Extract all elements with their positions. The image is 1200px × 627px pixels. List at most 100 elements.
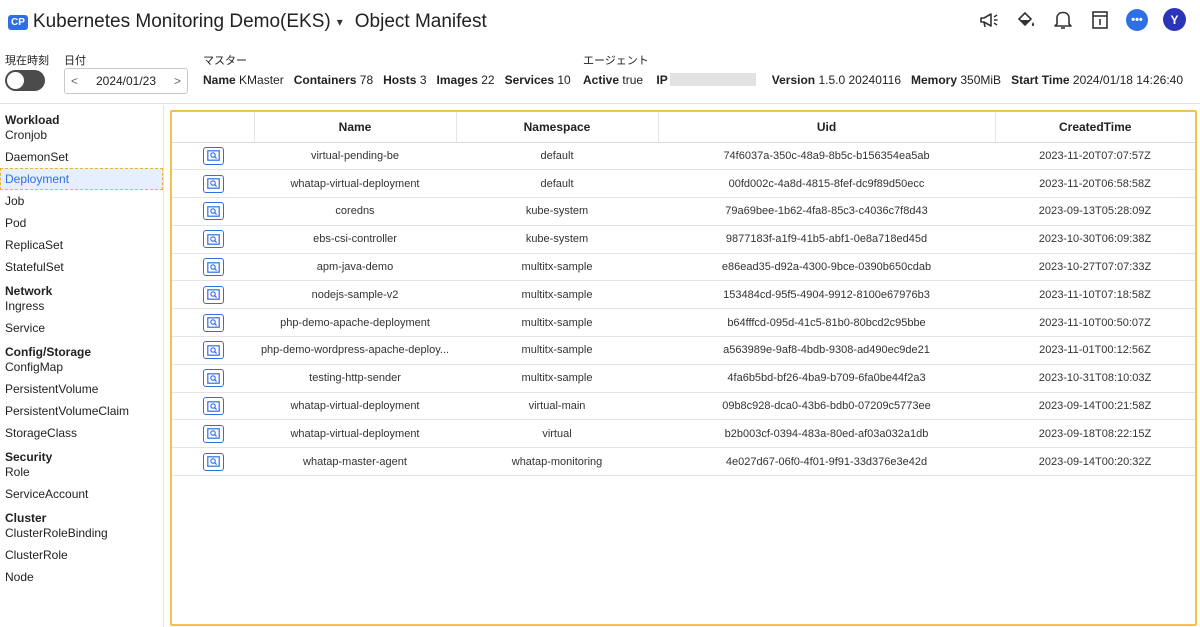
sidebar-item-role[interactable]: Role <box>0 461 163 483</box>
containers-key: Containers <box>293 73 357 87</box>
date-label: 日付 <box>64 55 86 67</box>
table-row[interactable]: coredns kube-system 79a69bee-1b62-4fa8-85c… <box>172 197 1195 226</box>
page-title: Object Manifest <box>354 11 487 32</box>
table-row[interactable]: whatap-virtual-deployment virtual-main 09b… <box>172 392 1195 421</box>
created-time-cell: 2023-09-13T05:28:09Z <box>995 197 1195 226</box>
chevron-down-icon[interactable]: ▾ <box>337 15 343 29</box>
date-value[interactable]: 2024/01/23 <box>96 74 156 88</box>
table-row[interactable]: testing-http-sender multitx-sample 4fa6b5b… <box>172 364 1195 393</box>
table-row[interactable]: php-demo-wordpress-apache-deploy... multi… <box>172 336 1195 365</box>
view-manifest-icon[interactable] <box>202 146 224 165</box>
realtime-toggle[interactable] <box>5 70 45 91</box>
project-selector[interactable]: Kubernetes Monitoring Demo(EKS) <box>33 11 331 33</box>
view-manifest-icon[interactable] <box>202 202 224 221</box>
sidebar-item-storageclass[interactable]: StorageClass <box>0 422 163 444</box>
table-row[interactable]: virtual-pending-be default 74f6037a-350c-4… <box>172 142 1195 171</box>
column-header-uid[interactable]: Uid <box>658 112 996 143</box>
view-manifest-icon[interactable] <box>202 174 224 193</box>
sidebar-item-clusterrole[interactable]: ClusterRole <box>0 544 163 566</box>
table-row[interactable]: whatap-virtual-deployment virtual b2b003cf… <box>172 419 1195 449</box>
uid-cell: 00fd002c-4a8d-4815-8fef-dc9f89d50ecc <box>658 169 995 199</box>
master-stats: Name KMaster Containers 78 Hosts 3 Image… <box>203 73 571 87</box>
view-manifest-icon[interactable] <box>202 452 224 471</box>
view-manifest-icon[interactable] <box>202 313 224 332</box>
active-value: true <box>622 73 644 87</box>
sidebar-item-job[interactable]: Job <box>0 190 163 212</box>
next-date-button[interactable]: > <box>174 74 181 88</box>
master-name-key: Name <box>203 73 236 87</box>
view-manifest-icon[interactable] <box>202 258 224 277</box>
sidebar-item-serviceaccount[interactable]: ServiceAccount <box>0 483 163 505</box>
sidebar-item-statefulset[interactable]: StatefulSet <box>0 256 163 278</box>
document-icon[interactable] <box>1089 9 1111 31</box>
sidebar-item-cronjob[interactable]: Cronjob <box>0 124 163 146</box>
master-name-value: KMaster <box>239 73 284 87</box>
view-manifest-icon[interactable] <box>202 424 224 443</box>
sidebar-item-pod[interactable]: Pod <box>0 212 163 234</box>
bell-icon[interactable] <box>1052 9 1074 31</box>
namespace-cell: multitx-sample <box>456 280 658 310</box>
realtime-label: 現在時刻 <box>5 55 49 67</box>
namespace-cell: virtual-main <box>456 392 658 421</box>
table-row[interactable]: nodejs-sample-v2 multitx-sample 153484cd-9… <box>172 280 1195 310</box>
uid-cell: 153484cd-95f5-4904-9912-8100e67976b3 <box>658 280 995 310</box>
sidebar-item-ingress[interactable]: Ingress <box>0 295 163 317</box>
chat-icon[interactable]: ••• <box>1126 8 1148 31</box>
namespace-cell: kube-system <box>456 225 658 254</box>
announcement-icon[interactable] <box>978 9 1000 31</box>
master-label: マスター <box>203 55 247 67</box>
prev-date-button[interactable]: < <box>71 74 78 88</box>
sidebar: Workload Cronjob DaemonSet Deployment Job Pod… <box>0 105 164 627</box>
column-header-action[interactable] <box>172 112 255 143</box>
table-header-row: Name Namespace Uid CreatedTime <box>172 112 1195 143</box>
view-manifest-icon[interactable] <box>202 341 224 360</box>
table-row[interactable]: whatap-virtual-deployment default 00fd002c… <box>172 169 1195 199</box>
sidebar-item-node[interactable]: Node <box>0 566 163 588</box>
sidebar-item-clusterrolebinding[interactable]: ClusterRoleBinding <box>0 522 163 544</box>
sidebar-item-persistentvolume[interactable]: PersistentVolume <box>0 378 163 400</box>
table-row[interactable]: ebs-csi-controller kube-system 9877183f-a1… <box>172 225 1195 254</box>
sidebar-item-persistentvolumeclaim[interactable]: PersistentVolumeClaim <box>0 400 163 422</box>
uid-cell: 79a69bee-1b62-4fa8-85c3-c4036c7f8d43 <box>658 197 995 226</box>
uid-cell: 9877183f-a1f9-41b5-abf1-0e8a718ed45d <box>658 225 995 254</box>
column-header-name[interactable]: Name <box>254 112 457 143</box>
name-cell: whatap-virtual-deployment <box>254 392 456 421</box>
created-time-cell: 2023-11-10T00:50:07Z <box>995 308 1195 338</box>
column-header-createdtime[interactable]: CreatedTime <box>995 112 1195 143</box>
paint-bucket-icon[interactable] <box>1015 9 1037 31</box>
created-time-cell: 2023-09-14T00:20:32Z <box>995 447 1195 477</box>
table-row[interactable]: whatap-master-agent whatap-monitoring 4e02… <box>172 447 1195 477</box>
view-manifest-icon[interactable] <box>202 230 224 249</box>
uid-cell: 74f6037a-350c-48a9-8b5c-b156354ea5ab <box>658 142 995 171</box>
sidebar-item-replicaset[interactable]: ReplicaSet <box>0 234 163 256</box>
view-manifest-icon[interactable] <box>202 397 224 416</box>
services-value: 10 <box>557 73 571 87</box>
agent-label: エージェント <box>583 55 649 67</box>
namespace-cell: whatap-monitoring <box>456 447 658 477</box>
created-time-cell: 2023-11-01T00:12:56Z <box>995 336 1195 365</box>
created-time-cell: 2023-11-20T07:07:57Z <box>995 142 1195 171</box>
sidebar-item-service[interactable]: Service <box>0 317 163 339</box>
view-manifest-icon[interactable] <box>202 369 224 388</box>
avatar[interactable]: Y <box>1163 8 1186 31</box>
action-cell <box>172 142 254 171</box>
column-header-namespace[interactable]: Namespace <box>456 112 659 143</box>
version-value: 1.5.0 20240116 <box>818 73 901 87</box>
name-cell: ebs-csi-controller <box>254 225 456 254</box>
sidebar-item-daemonset[interactable]: DaemonSet <box>0 146 163 168</box>
view-manifest-icon[interactable] <box>202 285 224 304</box>
top-bar: CP Kubernetes Monitoring Demo(EKS) ▾ Obj… <box>0 0 1200 44</box>
namespace-cell: multitx-sample <box>456 336 658 365</box>
name-cell: php-demo-apache-deployment <box>254 308 456 338</box>
table-row[interactable]: apm-java-demo multitx-sample e86ead35-d92a… <box>172 253 1195 282</box>
action-cell <box>172 392 254 421</box>
manifest-table: Name Namespace Uid CreatedTime virtual-pend… <box>172 112 1195 477</box>
date-picker[interactable]: < 2024/01/23 > <box>64 68 188 94</box>
manifest-table-panel: Name Namespace Uid CreatedTime virtual-pend… <box>170 110 1197 626</box>
table-row[interactable]: php-demo-apache-deployment multitx-sample… <box>172 308 1195 338</box>
start-time-key: Start Time <box>1011 73 1070 87</box>
sidebar-item-deployment[interactable]: Deployment <box>0 168 163 190</box>
hosts-key: Hosts <box>383 73 417 87</box>
name-cell: testing-http-sender <box>254 364 456 393</box>
sidebar-item-configmap[interactable]: ConfigMap <box>0 356 163 378</box>
